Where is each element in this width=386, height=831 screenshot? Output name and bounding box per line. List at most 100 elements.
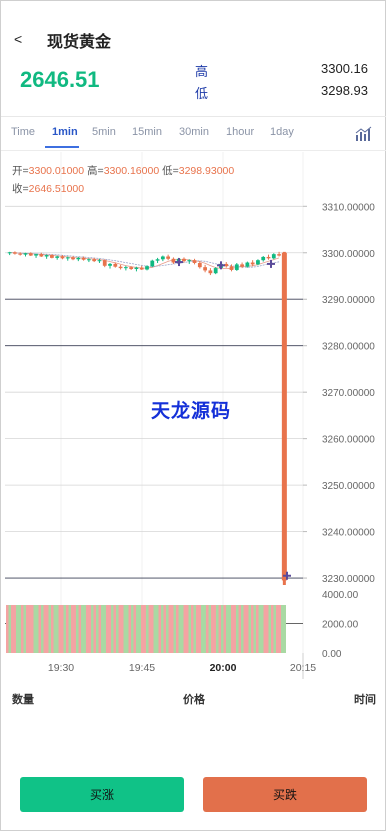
volume-bar-up xyxy=(36,605,39,653)
volume-bar-up xyxy=(201,605,204,653)
candle-body xyxy=(7,252,12,254)
candle-body xyxy=(81,257,86,260)
volume-bar-down xyxy=(26,605,29,653)
ohlc-high-label: 高= xyxy=(87,165,104,177)
price-tick-label: 3310.00000 xyxy=(322,202,375,213)
volume-bar-up xyxy=(203,605,206,653)
tab-30min[interactable]: 30min xyxy=(179,126,209,138)
tab-5min[interactable]: 5min xyxy=(92,126,116,138)
close-value: 2646.51000 xyxy=(28,183,85,195)
candle-body xyxy=(145,266,149,270)
volume-bar-down xyxy=(186,605,189,653)
volume-bar-down xyxy=(11,605,14,653)
candle-body xyxy=(118,266,123,269)
candle-body xyxy=(271,254,276,259)
volume-bar-down xyxy=(148,605,151,653)
tab-1min[interactable]: 1min xyxy=(52,126,78,138)
time-tick-label: 20:00 xyxy=(210,662,237,674)
volume-bar-down xyxy=(276,605,279,653)
volume-bar-up xyxy=(111,605,114,653)
volume-bar-down xyxy=(256,605,259,653)
volume-bar-down xyxy=(143,605,146,653)
price-tick-label: 3290.00000 xyxy=(322,295,375,306)
tab-1hour[interactable]: 1hour xyxy=(226,126,254,138)
high-value: 3300.16 xyxy=(321,61,368,76)
volume-bar-down xyxy=(151,605,154,653)
volume-bar-down xyxy=(61,605,64,653)
volume-bar-down xyxy=(196,605,199,653)
candle-body xyxy=(160,256,165,260)
volume-bar-down xyxy=(278,605,281,653)
candle-body xyxy=(86,259,91,261)
candle-body xyxy=(44,255,49,257)
volume-bar-up xyxy=(178,605,181,653)
price-axis: 3310.00000 3300.00000 3290.00000 3280.00000… xyxy=(303,202,375,660)
buy-up-button[interactable]: 买涨 xyxy=(20,777,184,812)
volume-tick-label: 4000.00 xyxy=(322,590,359,601)
candle-body xyxy=(50,255,54,258)
volume-bar-down xyxy=(183,605,186,653)
ohlc-low-label: 低= xyxy=(162,165,179,177)
price-tick-label: 3240.00000 xyxy=(322,528,375,539)
high-label: 高 xyxy=(195,64,209,79)
candle-body xyxy=(60,256,65,259)
time-axis: 19:30 19:45 20:00 20:15 xyxy=(48,662,316,674)
volume-bar-down xyxy=(98,605,101,653)
active-tab-indicator xyxy=(45,146,79,148)
volume-bar-down xyxy=(51,605,54,653)
volume-bar-up xyxy=(81,605,84,653)
candle-body xyxy=(123,267,128,269)
volume-bar-down xyxy=(251,605,254,653)
candle-body xyxy=(281,252,287,581)
trade-table-header: 数量 价格 时间 xyxy=(1,687,386,709)
candle-body xyxy=(240,264,244,267)
volume-bar-down xyxy=(211,605,214,653)
price-tick-label: 3260.00000 xyxy=(322,435,375,446)
volume-bar-up xyxy=(221,605,224,653)
candle-body xyxy=(256,260,260,265)
volume-bar-up xyxy=(268,605,271,653)
volume-bar-down xyxy=(266,605,269,653)
volume-bar-up xyxy=(23,605,26,653)
candle-body xyxy=(102,260,107,266)
tab-15min[interactable]: 15min xyxy=(132,126,162,138)
volume-bar-down xyxy=(198,605,201,653)
col-quantity: 数量 xyxy=(12,694,34,706)
volume-bar-up xyxy=(68,605,71,653)
volume-bar-down xyxy=(106,605,109,653)
back-button[interactable]: < xyxy=(14,31,22,47)
buy-down-button[interactable]: 买跌 xyxy=(203,777,367,812)
volume-bar-up xyxy=(161,605,164,653)
volume-bar-up xyxy=(91,605,94,653)
volume-bar-down xyxy=(118,605,121,653)
candle-body xyxy=(182,258,186,262)
bar-chart-icon[interactable] xyxy=(355,126,373,142)
candle-body xyxy=(28,253,33,256)
volume-bar-down xyxy=(108,605,111,653)
volume-bar-down xyxy=(163,605,166,653)
candle-body xyxy=(39,254,44,257)
candle-body xyxy=(245,262,250,267)
price-tick-label: 3230.00000 xyxy=(322,574,375,585)
volume-bar-up xyxy=(283,605,286,653)
candle-body xyxy=(166,256,171,259)
candle-body xyxy=(34,254,38,256)
page-title: 现货黄金 xyxy=(47,34,112,51)
candle-body xyxy=(23,253,28,255)
volume-bar-down xyxy=(128,605,131,653)
volume-bar-up xyxy=(156,605,159,653)
volume-bar-down xyxy=(71,605,74,653)
candle-body xyxy=(139,267,144,270)
volume-tick-label: 0.00 xyxy=(322,649,342,660)
candle-body xyxy=(171,258,176,263)
candle-body xyxy=(150,260,155,267)
candle-body xyxy=(113,263,118,267)
candle-body xyxy=(97,260,102,262)
chart-area[interactable]: 3310.00000 3300.00000 3290.00000 3280.00000… xyxy=(1,152,386,679)
volume-bar-down xyxy=(73,605,76,653)
header: < 现货黄金 2646.51 高 3300.16 低 3298.93 xyxy=(1,1,386,117)
volume-bar-down xyxy=(66,605,69,653)
tab-time[interactable]: Time xyxy=(11,126,35,138)
volume-bar-up xyxy=(261,605,264,653)
tab-1day[interactable]: 1day xyxy=(270,126,294,138)
